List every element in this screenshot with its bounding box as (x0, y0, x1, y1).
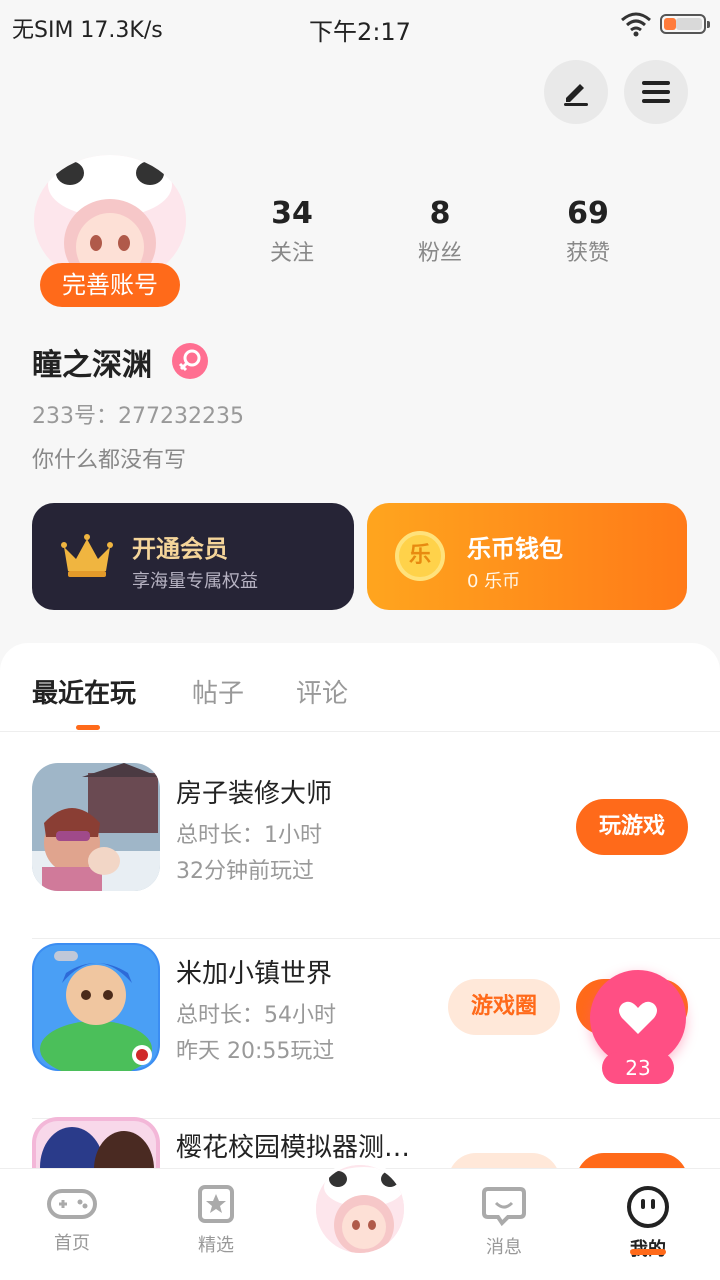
smiley-face-icon (627, 1186, 669, 1228)
wifi-icon (621, 12, 651, 37)
game-last-played: 32分钟前玩过 (176, 859, 314, 884)
username: 瞳之深渊 (32, 348, 152, 383)
crown-icon (61, 534, 113, 577)
stat-likes[interactable]: 69 获赞 (528, 196, 648, 267)
user-bio: 你什么都没有写 (32, 448, 187, 473)
avatar-section[interactable]: 完善账号 (34, 155, 186, 307)
vip-card[interactable]: 开通会员 享海量专属权益 (32, 503, 354, 610)
status-time: 下午2:17 (309, 18, 411, 46)
game-icon[interactable] (32, 943, 160, 1071)
female-gender-icon (172, 343, 208, 379)
stat-value: 69 (567, 196, 609, 231)
edit-profile-button[interactable] (544, 60, 608, 124)
nav-featured[interactable]: 精选 (166, 1185, 266, 1257)
row-divider (32, 938, 720, 939)
star-bookmark-icon (198, 1185, 234, 1223)
game-duration: 总时长：54小时 (176, 1003, 336, 1028)
tab-indicator (76, 725, 100, 730)
stat-label: 获赞 (565, 241, 610, 266)
gamepad-icon (47, 1189, 97, 1219)
tab-posts[interactable]: 帖子 (192, 673, 244, 710)
stat-label: 关注 (269, 241, 314, 266)
content-panel: 最近在玩 帖子 评论 房子装修大师 总时长：1小时 32分钟前玩过 玩游戏 米加… (0, 643, 720, 1245)
nav-active-indicator (630, 1249, 666, 1255)
coin-icon: 乐 (395, 531, 445, 581)
game-circle-button[interactable]: 游戏圈 (448, 979, 560, 1035)
vip-subtitle: 享海量专属权益 (132, 571, 258, 592)
game-name: 米加小镇世界 (176, 959, 333, 989)
battery-icon (660, 14, 710, 34)
stat-label: 粉丝 (417, 241, 462, 266)
game-name: 樱花校园模拟器测… (176, 1133, 411, 1163)
nav-label: 我的 (598, 1235, 698, 1261)
nav-label: 消息 (486, 1237, 522, 1258)
status-bar: 无SIM 17.3K/s 下午2:17 (0, 0, 720, 52)
heart-icon (619, 1001, 657, 1034)
pencil-icon (564, 84, 588, 106)
vip-title: 开通会员 (132, 535, 228, 563)
nav-center-avatar[interactable] (312, 1161, 408, 1257)
user-id: 233号：277232235 (32, 404, 244, 429)
tab-recent-played[interactable]: 最近在玩 (32, 673, 136, 710)
game-icon[interactable] (32, 763, 160, 891)
tab-divider (0, 731, 720, 732)
stat-value: 34 (271, 196, 313, 231)
chat-bubble-icon (482, 1187, 526, 1227)
stat-following[interactable]: 34 关注 (232, 196, 352, 267)
game-last-played: 昨天 20:55玩过 (176, 1039, 335, 1064)
wallet-title: 乐币钱包 (467, 535, 563, 563)
nav-label: 首页 (54, 1233, 90, 1254)
stat-followers[interactable]: 8 粉丝 (380, 196, 500, 267)
like-count-badge: 23 (602, 1052, 674, 1084)
complete-account-button[interactable]: 完善账号 (40, 263, 180, 307)
stat-value: 8 (429, 196, 451, 231)
wallet-card[interactable]: 乐 乐币钱包 0 乐币 (367, 503, 687, 610)
bottom-nav: 首页 精选 消息 我的 (0, 1161, 720, 1280)
play-game-button[interactable]: 玩游戏 (576, 799, 688, 855)
hamburger-icon (642, 81, 670, 103)
game-duration: 总时长：1小时 (176, 823, 322, 848)
wallet-balance: 0 乐币 (467, 571, 521, 592)
game-row[interactable]: 房子装修大师 总时长：1小时 32分钟前玩过 玩游戏 (32, 763, 720, 939)
nav-messages[interactable]: 消息 (454, 1185, 554, 1259)
tab-comments[interactable]: 评论 (296, 673, 348, 710)
nav-label: 精选 (198, 1235, 234, 1256)
game-name: 房子装修大师 (176, 779, 333, 809)
coin-char: 乐 (408, 543, 431, 568)
menu-button[interactable] (624, 60, 688, 124)
nav-home[interactable]: 首页 (22, 1185, 122, 1255)
